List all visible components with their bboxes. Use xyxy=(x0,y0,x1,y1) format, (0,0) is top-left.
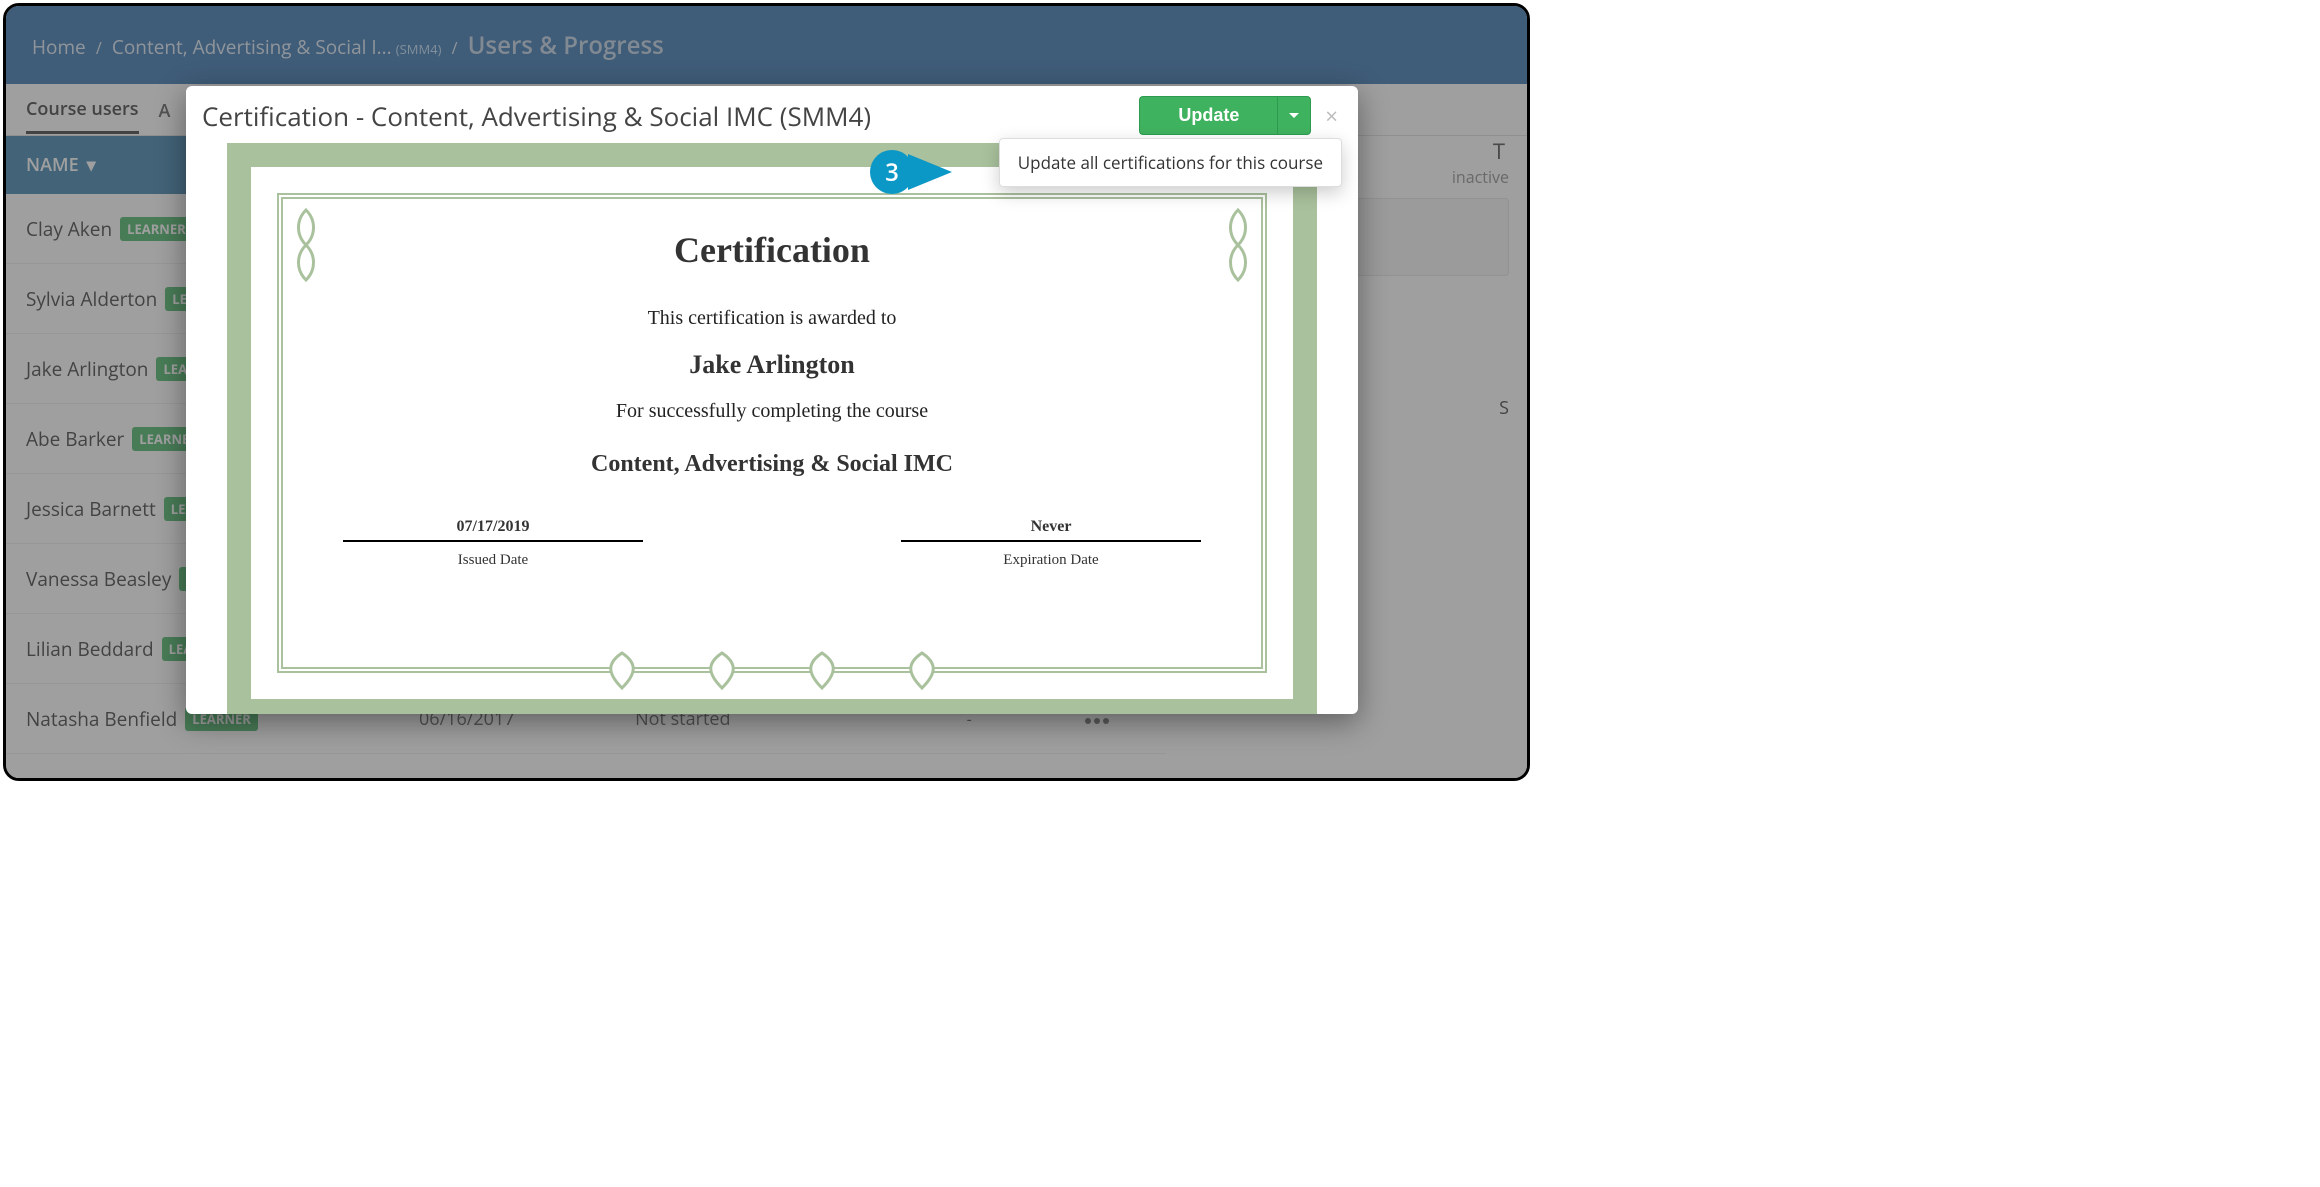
caret-down-icon xyxy=(1288,112,1300,120)
ornament-bottom xyxy=(251,647,1293,699)
cert-course: Content, Advertising & Social IMC xyxy=(323,451,1221,478)
callout-tail-icon xyxy=(908,154,952,190)
modal-title: Certification - Content, Advertising & S… xyxy=(202,98,871,134)
certification-modal: Certification - Content, Advertising & S… xyxy=(186,86,1358,714)
certificate-inner: Certification This certification is awar… xyxy=(277,193,1267,673)
cert-heading: Certification xyxy=(323,229,1221,271)
expiration-date-value: Never xyxy=(901,518,1201,542)
expiration-date-label: Expiration Date xyxy=(901,552,1201,569)
dropdown-item-update-all[interactable]: Update all certifications for this cours… xyxy=(1018,151,1323,174)
modal-header: Certification - Content, Advertising & S… xyxy=(186,86,1358,143)
close-icon[interactable]: × xyxy=(1321,101,1342,131)
issued-date-value: 07/17/2019 xyxy=(343,518,643,542)
issued-date-block: 07/17/2019 Issued Date xyxy=(343,518,643,569)
callout-annotation: 3 xyxy=(870,142,952,204)
cert-completing: For successfully completing the course xyxy=(323,400,1221,423)
modal-body: Certification This certification is awar… xyxy=(186,143,1358,714)
certificate: Certification This certification is awar… xyxy=(227,143,1317,714)
expiration-date-block: Never Expiration Date xyxy=(901,518,1201,569)
update-button-group: Update xyxy=(1139,96,1311,135)
update-button[interactable]: Update xyxy=(1139,96,1277,135)
cert-awarded-to: This certification is awarded to xyxy=(323,307,1221,330)
update-dropdown-toggle[interactable] xyxy=(1277,96,1311,135)
update-dropdown-menu: Update all certifications for this cours… xyxy=(999,138,1342,187)
cert-recipient: Jake Arlington xyxy=(323,350,1221,380)
ornament-icon xyxy=(562,648,982,698)
issued-date-label: Issued Date xyxy=(343,552,643,569)
